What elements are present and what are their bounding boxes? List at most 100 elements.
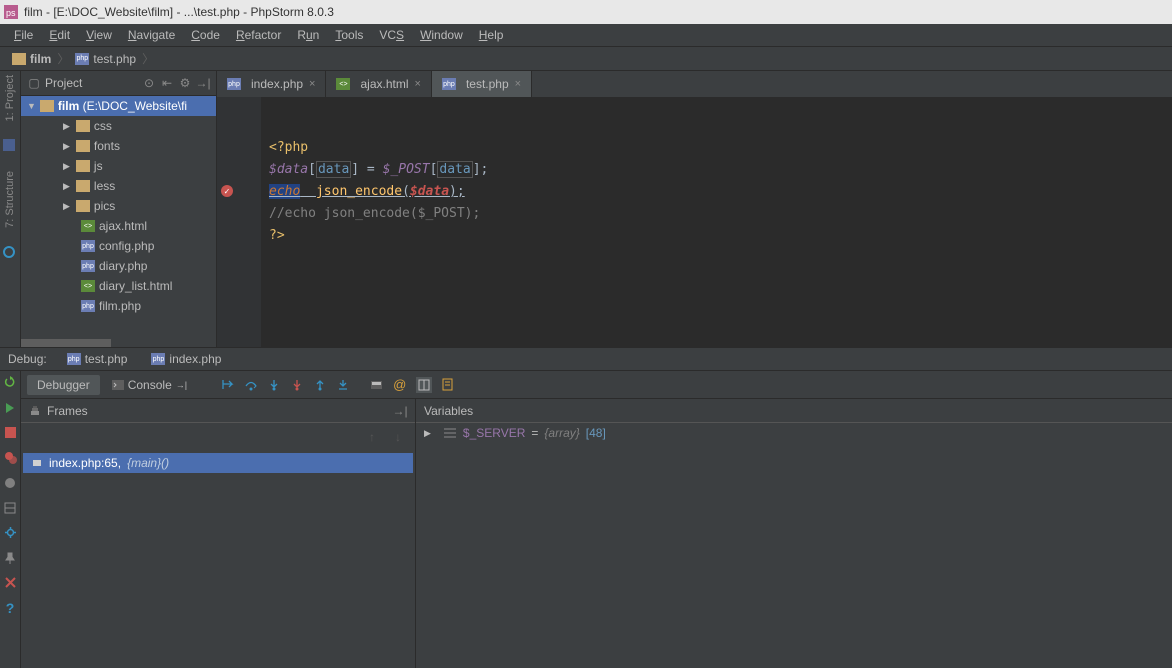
frames-nav: ↑ ↓ [21,423,415,451]
menu-help[interactable]: Help [471,26,512,44]
tab-test[interactable]: php test.php × [432,71,532,97]
project-header-label: Project [45,76,138,90]
tree-file[interactable]: phpconfig.php [21,236,216,256]
menu-refactor[interactable]: Refactor [228,26,289,44]
rail-project[interactable]: 1: Project [4,75,16,121]
horizontal-scrollbar[interactable] [21,339,216,347]
rail-structure[interactable]: 7: Structure [4,171,16,228]
resume-icon[interactable] [3,400,18,415]
watch-icon[interactable]: @ [393,377,406,392]
evaluate-icon[interactable] [370,379,383,391]
rerun-icon[interactable] [3,375,18,390]
mute-bp-icon[interactable] [3,475,18,490]
arrow-right-icon[interactable]: ▶ [424,428,431,439]
php-icon: php [81,260,95,272]
folder-icon [76,200,90,212]
frames-icon [29,405,41,417]
gear-icon[interactable]: ⚙ [178,76,192,90]
variable-row[interactable]: ▶ $_SERVER = {array} [48] [416,423,1172,443]
console-icon [112,379,124,391]
debugger-tab[interactable]: Debugger [27,375,100,395]
close-icon[interactable]: × [309,78,315,90]
project-panel: ▢ Project ⊙ ⇤ ⚙ →| ▼ film (E:\DOC_Websit… [21,71,217,347]
variables-panel: Variables ▶ $_SERVER = {array} [48] [416,399,1172,668]
console-tab[interactable]: Console →| [102,375,197,395]
tree-folder[interactable]: ▶less [21,176,216,196]
tree-file[interactable]: phpfilm.php [21,296,216,316]
editor[interactable]: ✓ <?php $data[data] = $_POST[data]; echo… [217,97,1172,347]
frame-row[interactable]: index.php:65, {main}() [23,453,413,473]
php-icon: php [81,240,95,252]
step-over-icon[interactable] [244,378,258,391]
tab-index[interactable]: php index.php × [217,71,326,97]
breadcrumb-folder[interactable]: film [8,52,55,66]
svg-text:ps: ps [6,8,16,18]
breadcrumb-file[interactable]: php test.php [71,52,140,66]
help-icon[interactable]: ? [3,600,18,615]
step-out-icon[interactable] [314,378,327,391]
html-icon: <> [81,280,95,292]
frames-panel: Frames →| ↑ ↓ index.php:65, {main}() [21,399,416,668]
menu-edit[interactable]: Edit [41,26,78,44]
code-area[interactable]: <?php $data[data] = $_POST[data]; echo j… [261,97,1172,347]
title-bar: ps film - [E:\DOC_Website\film] - ...\te… [0,0,1172,24]
breakpoints-icon[interactable] [3,450,18,465]
menu-run[interactable]: Run [289,26,327,44]
tree-folder[interactable]: ▶fonts [21,136,216,156]
tree-file[interactable]: phpdiary.php [21,256,216,276]
settings-icon[interactable] [3,525,18,540]
arrow-up-icon[interactable]: ↑ [365,430,379,444]
select-opened-icon[interactable]: ⊙ [142,76,156,90]
tree-folder[interactable]: ▶js [21,156,216,176]
tree-folder[interactable]: ▶pics [21,196,216,216]
close-icon[interactable] [3,575,18,590]
menu-tools[interactable]: Tools [327,26,371,44]
menu-vcs[interactable]: VCS [371,26,412,44]
debug-bar: Debug: php test.php php index.php [0,347,1172,371]
variables-header: Variables [416,399,1172,423]
close-icon[interactable]: × [415,78,421,90]
tab-ajax[interactable]: <> ajax.html × [326,71,431,97]
debug-tab-test[interactable]: php test.php [63,352,132,366]
error-marker-icon[interactable]: ✓ [221,185,233,197]
rail-structure-icon[interactable] [3,246,17,260]
run-to-cursor-icon[interactable] [337,378,350,391]
menu-window[interactable]: Window [412,26,471,44]
hide-icon[interactable]: →| [393,404,407,418]
frame-icon [31,457,43,469]
project-view-icon[interactable]: ▢ [27,76,41,90]
force-step-into-icon[interactable] [291,378,304,391]
show-exec-icon[interactable] [221,378,234,391]
var-icon [443,427,457,439]
left-tool-rail: 1: Project 7: Structure [0,71,21,347]
pin-icon[interactable] [3,550,18,565]
tree-root[interactable]: ▼ film (E:\DOC_Website\fi [21,96,216,116]
menu-view[interactable]: View [78,26,120,44]
clipboard-icon[interactable] [442,378,453,391]
stop-icon[interactable] [3,425,18,440]
debug-tab-index[interactable]: php index.php [147,352,225,366]
rail-db-icon[interactable] [3,139,17,153]
collapse-icon[interactable]: ⇤ [160,76,174,90]
arrow-down-icon[interactable]: ↓ [391,430,405,444]
step-into-icon[interactable] [268,378,281,391]
restore-layout-icon[interactable] [416,377,432,393]
debug-rail: ? [0,371,21,668]
menu-code[interactable]: Code [183,26,228,44]
layout-icon[interactable] [3,500,18,515]
php-icon: php [81,300,95,312]
folder-icon [76,180,90,192]
close-icon[interactable]: × [515,78,521,90]
menu-navigate[interactable]: Navigate [120,26,183,44]
hide-icon[interactable]: →| [196,76,210,90]
tree-file[interactable]: <>ajax.html [21,216,216,236]
project-tree[interactable]: ▼ film (E:\DOC_Website\fi ▶css ▶fonts ▶j… [21,96,216,339]
menu-file[interactable]: File [6,26,41,44]
debug-toolbar: Debugger Console →| @ [21,371,1172,399]
arrow-right-icon: ▶ [63,181,70,192]
arrow-right-icon: ▶ [63,201,70,212]
tree-folder[interactable]: ▶css [21,116,216,136]
window-title: film - [E:\DOC_Website\film] - ...\test.… [24,5,334,19]
gutter[interactable]: ✓ [217,97,261,347]
tree-file[interactable]: <>diary_list.html [21,276,216,296]
